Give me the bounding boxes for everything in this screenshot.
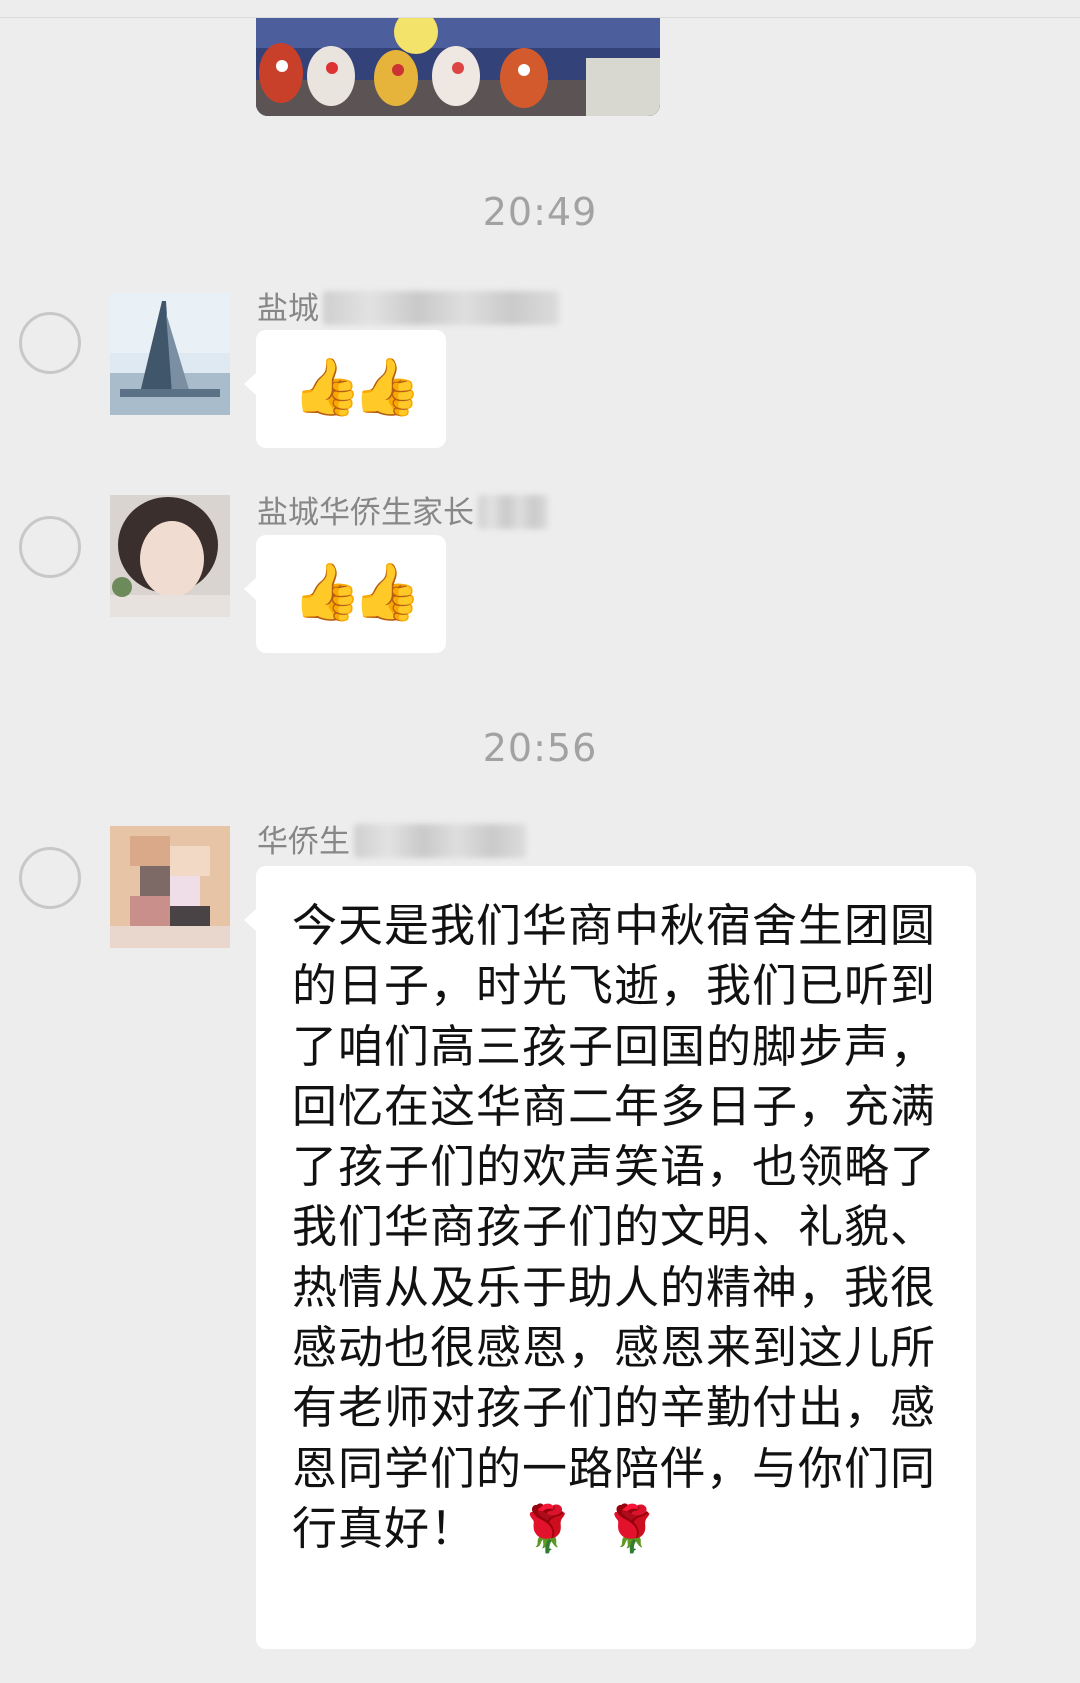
redacted-name bbox=[354, 824, 526, 858]
select-circle[interactable] bbox=[19, 516, 81, 578]
sender-name: 盐城 bbox=[257, 283, 559, 328]
sender-name-text: 华侨生 bbox=[257, 824, 350, 860]
avatar[interactable] bbox=[110, 826, 230, 948]
message-bubble[interactable]: 今天是我们华商中秋宿舍生团圆的日子，时光飞逝，我们已听到了咱们高三孩子回国的脚步… bbox=[244, 866, 976, 1649]
timestamp: 20:56 bbox=[482, 726, 598, 770]
thumbs-up-icon: 👍 bbox=[352, 560, 422, 625]
sender-name-text: 盐城华侨生家长 bbox=[257, 495, 474, 531]
redacted-name bbox=[323, 291, 559, 325]
sender-name-text: 盐城 bbox=[257, 291, 319, 327]
photo-message-thumbnail[interactable] bbox=[256, 18, 660, 116]
avatar-sailboat-icon bbox=[110, 293, 230, 415]
timestamp: 20:49 bbox=[482, 190, 598, 234]
sender-name: 盐城华侨生家长 bbox=[257, 487, 548, 532]
rose-icon: 🌹 bbox=[603, 1501, 661, 1555]
message-body: 今天是我们华商中秋宿舍生团圆的日子，时光飞逝，我们已听到了咱们高三孩子回国的脚步… bbox=[292, 899, 937, 1555]
thumbs-up-icon: 👍 bbox=[352, 355, 422, 420]
message-bubble[interactable]: 👍 👍 bbox=[244, 330, 446, 448]
avatar[interactable] bbox=[110, 495, 230, 617]
message-bubble[interactable]: 👍 👍 bbox=[244, 535, 446, 653]
avatar-pixelated-icon bbox=[110, 826, 230, 948]
sender-name: 华侨生 bbox=[257, 816, 526, 861]
redacted-name bbox=[478, 495, 548, 529]
lion-dance-photo-icon bbox=[256, 18, 660, 116]
avatar[interactable] bbox=[110, 293, 230, 415]
rose-icon: 🌹 bbox=[519, 1501, 577, 1555]
select-circle[interactable] bbox=[19, 847, 81, 909]
message-text: 今天是我们华商中秋宿舍生团圆的日子，时光飞逝，我们已听到了咱们高三孩子回国的脚步… bbox=[292, 896, 942, 1559]
select-circle[interactable] bbox=[19, 312, 81, 374]
avatar-portrait-icon bbox=[110, 495, 230, 617]
